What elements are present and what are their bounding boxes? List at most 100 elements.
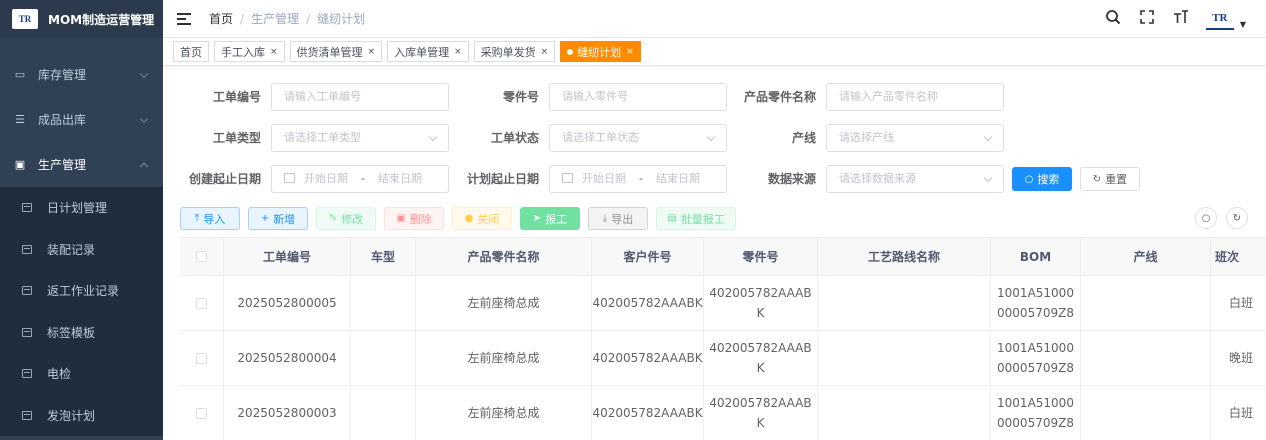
tag-label: 采购单发货: [480, 45, 536, 59]
batch-report-button[interactable]: ▤ 批量报工: [656, 207, 736, 230]
add-button[interactable]: + 新增: [248, 207, 308, 230]
close-icon[interactable]: ×: [541, 47, 549, 57]
end-date-placeholder: 结束日期: [377, 172, 422, 185]
column-header: 工艺路线名称: [818, 238, 991, 275]
chevron-down-icon: [428, 132, 438, 142]
cell-route: [818, 386, 991, 440]
end-date-placeholder: 结束日期: [655, 172, 700, 185]
export-button[interactable]: ⤓ 导出: [588, 207, 648, 230]
cell-work-order-no: 2025052800003: [224, 386, 351, 440]
table-row[interactable]: 2025052800004 左前座椅总成 402005782AAABK 4020…: [180, 331, 1266, 386]
table-icon: [22, 286, 32, 296]
row-select-cell: [180, 386, 224, 440]
create-date-label: 创建起止日期: [188, 172, 261, 186]
table-row[interactable]: 2025052800003 左前座椅总成 402005782AAABK 4020…: [180, 386, 1266, 440]
brand[interactable]: TR MOM制造运营管理: [0, 0, 163, 38]
row-checkbox[interactable]: [196, 297, 207, 309]
cell-model: [351, 331, 416, 385]
reset-button[interactable]: ↻ 重置: [1080, 167, 1140, 191]
delete-button[interactable]: ▣ 删除: [384, 207, 444, 230]
button-label: 新增: [273, 212, 296, 226]
refresh-icon[interactable]: ↻: [1226, 207, 1248, 229]
close-icon[interactable]: ×: [454, 47, 462, 57]
close-icon[interactable]: ×: [626, 47, 634, 57]
search-button[interactable]: ○ 搜索: [1012, 167, 1072, 191]
breadcrumb-home[interactable]: 首页: [209, 10, 233, 27]
work-order-no-input[interactable]: 请输入工单编号: [271, 83, 449, 111]
part-no-line: 402005782AAAB: [709, 396, 812, 410]
close-icon[interactable]: ×: [270, 47, 278, 57]
button-label: 导出: [611, 212, 634, 226]
work-order-status-select[interactable]: 请选择工单状态: [549, 124, 727, 152]
sidebar-item-daily-plan[interactable]: 日计划管理: [0, 187, 163, 229]
tag-label: 入库单管理: [394, 45, 450, 59]
sidebar-item-finished-outbound[interactable]: ☰ 成品出库: [0, 97, 163, 142]
work-order-type-select[interactable]: 请选择工单类型: [271, 124, 449, 152]
sidebar-item-label-template[interactable]: 标签模板: [0, 312, 163, 354]
table-icon: [22, 410, 32, 420]
bom-line: 00005709Z8: [997, 416, 1074, 430]
active-dot-icon: [567, 48, 574, 55]
sidebar-item-electrical-test[interactable]: 电检: [0, 353, 163, 395]
select-all-cell: [180, 238, 224, 275]
data-source-select[interactable]: 请选择数据来源: [826, 165, 1004, 193]
sidebar-item-assembly-record[interactable]: 装配记录: [0, 229, 163, 271]
select-all-checkbox[interactable]: [196, 251, 207, 262]
sidebar-item-production[interactable]: ▣ 生产管理: [0, 142, 163, 187]
font-size-icon[interactable]: [1172, 9, 1190, 29]
tag-purchase-delivery[interactable]: 采购单发货 ×: [473, 41, 556, 62]
tag-label: 供货清单管理: [296, 45, 363, 59]
cell-customer-part-no: 402005782AAABK: [592, 276, 704, 330]
part-no-label: 零件号: [502, 90, 539, 104]
cell-customer-part-no: 402005782AAABK: [592, 386, 704, 440]
chevron-down-icon: [983, 173, 993, 183]
toggle-search-icon[interactable]: ○: [1195, 207, 1217, 229]
cell-model: [351, 386, 416, 440]
cell-line: [1081, 331, 1211, 385]
row-checkbox[interactable]: [196, 352, 207, 364]
part-no-input[interactable]: 请输入零件号: [549, 83, 727, 111]
tag-supply-list[interactable]: 供货清单管理 ×: [289, 41, 383, 62]
cell-work-order-no: 2025052800005: [224, 276, 351, 330]
breadcrumb: 首页 / 生产管理 / 缝纫计划: [209, 10, 365, 27]
select-placeholder: 请选择工单状态: [562, 131, 639, 144]
fullscreen-icon[interactable]: [1138, 9, 1156, 29]
cell-model: [351, 276, 416, 330]
row-checkbox[interactable]: [196, 407, 207, 419]
plan-date-label: 计划起止日期: [466, 172, 539, 186]
cell-part-no: 402005782AAAB K: [704, 331, 818, 385]
close-icon[interactable]: ×: [368, 47, 376, 57]
bom-line: 1001A51000: [997, 286, 1074, 300]
tag-home[interactable]: 首页: [173, 41, 209, 62]
tag-inbound-order[interactable]: 入库单管理 ×: [387, 41, 469, 62]
line-select[interactable]: 请选择产线: [826, 124, 1004, 152]
caret-down-icon[interactable]: ▼: [1240, 20, 1246, 29]
product-part-name-input[interactable]: 请输入产品零件名称: [826, 83, 1004, 111]
edit-button[interactable]: ✎ 修改: [316, 207, 376, 230]
button-label: 删除: [409, 212, 432, 226]
import-button[interactable]: ⤒ 导入: [180, 207, 240, 230]
chevron-down-icon: [139, 69, 149, 78]
breadcrumb-current: 缝纫计划: [317, 12, 366, 26]
avatar[interactable]: TR: [1205, 8, 1234, 30]
sidebar-item-rework-record[interactable]: 返工作业记录: [0, 270, 163, 312]
column-header: 工单编号: [224, 238, 351, 275]
tag-label: 手工入库: [221, 45, 265, 59]
cell-part-no: 402005782AAAB K: [704, 386, 818, 440]
tag-manual-inbound[interactable]: 手工入库 ×: [214, 41, 285, 62]
sidebar-item-foaming-plan[interactable]: 发泡计划: [0, 395, 163, 437]
sidebar-item-label: 日计划管理: [47, 201, 108, 216]
sidebar-item-inventory[interactable]: ▭ 库存管理: [0, 52, 163, 97]
create-date-range[interactable]: 开始日期 - 结束日期: [271, 165, 449, 193]
hamburger-icon[interactable]: [177, 12, 191, 25]
cell-bom: 1001A51000 00005709Z8: [991, 386, 1081, 440]
row-select-cell: [180, 276, 224, 330]
calendar-icon: [562, 173, 573, 183]
plan-date-range[interactable]: 开始日期 - 结束日期: [549, 165, 727, 193]
calendar-icon: [284, 173, 295, 183]
search-icon[interactable]: [1104, 9, 1122, 29]
table-row[interactable]: 2025052800005 左前座椅总成 402005782AAABK 4020…: [180, 276, 1266, 331]
tag-sewing-plan[interactable]: 缝纫计划 ×: [560, 41, 641, 62]
report-button[interactable]: ➤ 报工: [520, 207, 580, 230]
close-button[interactable]: ● 关闭: [452, 207, 512, 230]
